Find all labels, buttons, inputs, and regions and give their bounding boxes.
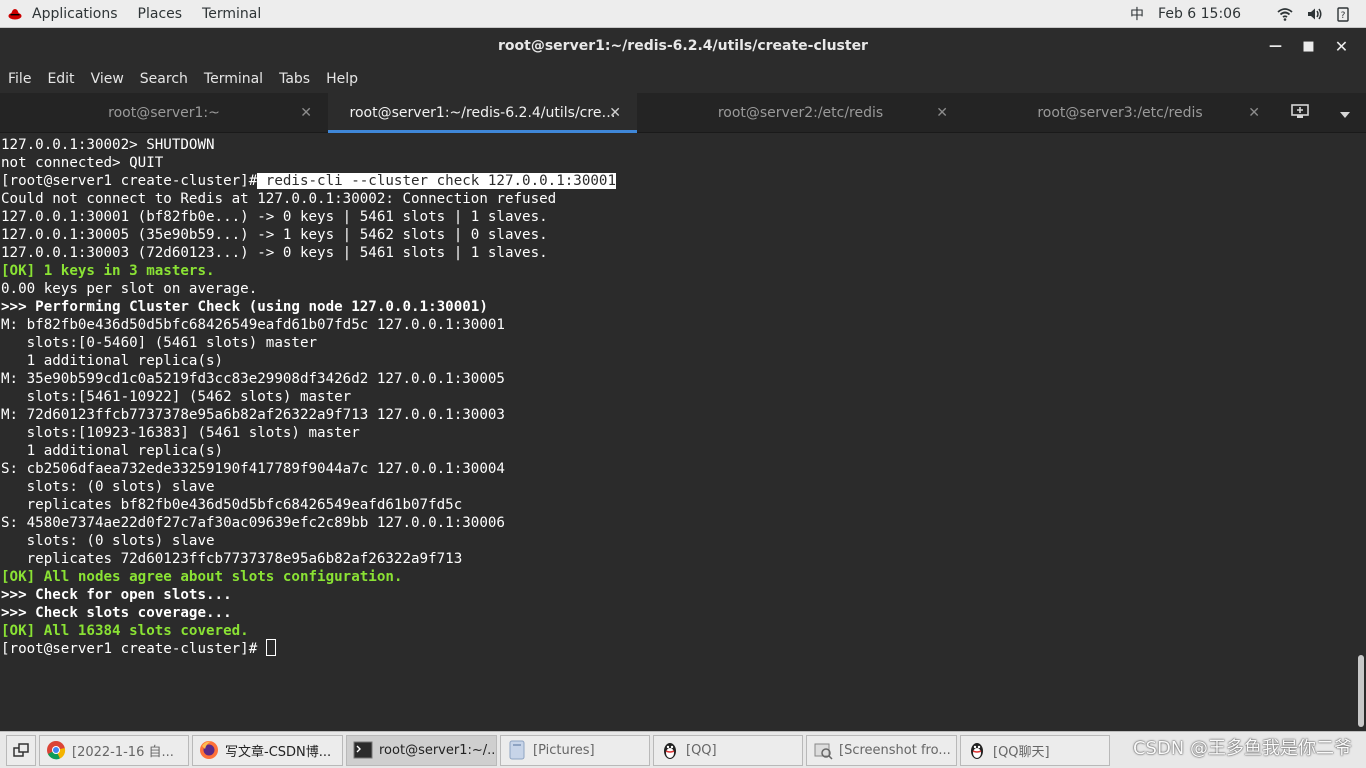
tab-menu-chevron-down-icon[interactable] — [1339, 104, 1351, 123]
terminal-line-ok: [OK] All 16384 slots covered. — [1, 623, 249, 639]
input-method-indicator[interactable]: 中 — [1123, 0, 1151, 28]
menu-tabs[interactable]: Tabs — [271, 71, 318, 87]
taskbar-item-label: [QQ聊天] — [993, 744, 1050, 760]
show-desktop-icon[interactable] — [6, 734, 36, 766]
taskbar-item-label: root@server1:~/... — [379, 742, 497, 758]
screenshot-icon — [813, 740, 833, 760]
tab-close-icon[interactable]: ✕ — [1248, 93, 1260, 133]
chrome-icon — [46, 740, 66, 760]
terminal-line-heading: >>> Check slots coverage... — [1, 605, 232, 621]
tab-server2-redis[interactable]: root@server2:/etc/redis ✕ — [637, 93, 964, 133]
svg-text:?: ? — [1341, 11, 1346, 21]
redhat-logo-icon — [8, 8, 22, 19]
terminal-line: 1 additional replica(s) — [1, 353, 224, 369]
terminal-line: not connected> QUIT — [1, 155, 164, 171]
tab-close-icon[interactable]: ✕ — [609, 93, 621, 133]
shell-prompt: [root@server1 create-cluster]# — [1, 641, 266, 657]
terminal-scrollbar[interactable] — [1358, 655, 1364, 727]
terminal-line: 0.00 keys per slot on average. — [1, 281, 258, 297]
window-titlebar[interactable]: root@server1:~/redis-6.2.4/utils/create-… — [0, 28, 1366, 65]
top-panel: Applications Places Terminal 中 Feb 6 15:… — [0, 0, 1366, 28]
tab-label: root@server1:~ — [108, 105, 220, 121]
selected-command: redis-cli --cluster check 127.0.0.1:3000… — [257, 173, 616, 189]
menu-terminal[interactable]: Terminal — [196, 71, 271, 87]
terminal-line: 127.0.0.1:30002> SHUTDOWN — [1, 137, 215, 153]
terminal-output[interactable]: 127.0.0.1:30002> SHUTDOWN not connected>… — [0, 134, 1356, 730]
tab-close-icon[interactable]: ✕ — [300, 93, 312, 133]
maximize-icon[interactable]: ■ — [1292, 28, 1325, 65]
tab-label: root@server2:/etc/redis — [717, 105, 884, 121]
tab-server3-redis[interactable]: root@server3:/etc/redis ✕ — [964, 93, 1276, 133]
menu-file[interactable]: File — [0, 71, 39, 87]
close-icon[interactable]: ✕ — [1325, 28, 1358, 65]
places-menu[interactable]: Places — [128, 0, 193, 28]
taskbar-item-files[interactable]: [Pictures] — [500, 734, 650, 766]
taskbar-item-chrome[interactable]: [2022-1-16 自... — [39, 734, 189, 766]
terminal-line: slots:[5461-10922] (5462 slots) master — [1, 389, 352, 405]
terminal-line: 1 additional replica(s) — [1, 443, 224, 459]
applications-menu[interactable]: Applications — [22, 0, 128, 28]
terminal-line: S: cb2506dfaea732ede33259190f417789f9044… — [1, 461, 505, 477]
menu-bar: File Edit View Search Terminal Tabs Help — [0, 65, 1366, 93]
wifi-icon[interactable] — [1270, 0, 1300, 28]
taskbar-item-label: [QQ] — [686, 742, 717, 758]
terminal-line: slots: (0 slots) slave — [1, 533, 215, 549]
terminal-line: replicates 72d60123ffcb7737378e95a6b82af… — [1, 551, 463, 567]
terminal-line-ok: [OK] 1 keys in 3 masters. — [1, 263, 215, 279]
menu-view[interactable]: View — [83, 71, 132, 87]
terminal-line: slots:[0-5460] (5461 slots) master — [1, 335, 318, 351]
tab-close-icon[interactable]: ✕ — [936, 93, 948, 133]
shell-prompt: [root@server1 create-cluster]# — [1, 173, 258, 189]
menu-help[interactable]: Help — [318, 71, 366, 87]
terminal-line: replicates bf82fb0e436d50d5bfc68426549ea… — [1, 497, 463, 513]
taskbar-item-qq-chat[interactable]: [QQ聊天] — [960, 734, 1110, 766]
system-menu-icon[interactable]: ? — [1330, 0, 1356, 28]
volume-icon[interactable] — [1300, 0, 1330, 28]
terminal-line: M: 35e90b599cd1c0a5219fd3cc83e29908df342… — [1, 371, 505, 387]
qq-penguin-icon — [660, 740, 680, 760]
terminal-line: S: 4580e7374ae22d0f27c7af30ac09639efc2c8… — [1, 515, 505, 531]
window-title: root@server1:~/redis-6.2.4/utils/create-… — [498, 38, 868, 54]
taskbar-item-firefox[interactable]: 写文章-CSDN博... — [192, 734, 343, 766]
minimize-icon[interactable]: — — [1259, 28, 1292, 65]
terminal-line: 127.0.0.1:30003 (72d60123...) -> 0 keys … — [1, 245, 548, 261]
menu-search[interactable]: Search — [132, 71, 196, 87]
taskbar-item-terminal[interactable]: root@server1:~/... — [346, 734, 497, 766]
terminal-app-menu[interactable]: Terminal — [192, 0, 271, 28]
terminal-line: 127.0.0.1:30001 (bf82fb0e...) -> 0 keys … — [1, 209, 548, 225]
new-tab-icon[interactable] — [1291, 103, 1309, 123]
qq-penguin-icon — [967, 740, 987, 760]
taskbar-item-label: [Pictures] — [533, 742, 595, 758]
taskbar-item-screenshot[interactable]: [Screenshot fro... — [806, 734, 957, 766]
terminal-line-heading: >>> Performing Cluster Check (using node… — [1, 299, 488, 315]
csdn-watermark: CSDN @王多鱼我是你二爷 — [1132, 738, 1352, 759]
terminal-line: Could not connect to Redis at 127.0.0.1:… — [1, 191, 557, 207]
terminal-line-heading: >>> Check for open slots... — [1, 587, 232, 603]
terminal-line: M: bf82fb0e436d50d5bfc68426549eafd61b07f… — [1, 317, 505, 333]
terminal-line: M: 72d60123ffcb7737378e95a6b82af26322a9f… — [1, 407, 505, 423]
file-manager-icon — [507, 740, 527, 760]
terminal-line: slots: (0 slots) slave — [1, 479, 215, 495]
tab-label: root@server1:~/redis-6.2.4/utils/cre… — [349, 105, 616, 121]
terminal-line: slots:[10923-16383] (5461 slots) master — [1, 425, 360, 441]
taskbar-item-label: [Screenshot fro... — [839, 742, 951, 758]
firefox-icon — [199, 740, 219, 760]
terminal-command-line: [root@server1 create-cluster]# redis-cli… — [0, 172, 1356, 190]
terminal-prompt-line[interactable]: [root@server1 create-cluster]# — [0, 639, 1356, 658]
terminal-line-ok: [OK] All nodes agree about slots configu… — [1, 569, 403, 585]
clock[interactable]: Feb 6 15:06 — [1151, 0, 1248, 28]
taskbar-item-label: [2022-1-16 自... — [72, 744, 174, 760]
menu-edit[interactable]: Edit — [39, 71, 82, 87]
tab-server1-home[interactable]: root@server1:~ ✕ — [0, 93, 328, 133]
terminal-icon — [353, 740, 373, 760]
terminal-line: 127.0.0.1:30005 (35e90b59...) -> 1 keys … — [1, 227, 548, 243]
tab-server1-create-cluster[interactable]: root@server1:~/redis-6.2.4/utils/cre… ✕ — [328, 93, 637, 133]
taskbar-item-label: 写文章-CSDN博... — [225, 744, 332, 760]
tab-bar: root@server1:~ ✕ root@server1:~/redis-6.… — [0, 93, 1366, 133]
text-cursor — [265, 639, 276, 656]
tab-label: root@server3:/etc/redis — [1037, 105, 1203, 121]
taskbar-item-qq[interactable]: [QQ] — [653, 734, 803, 766]
